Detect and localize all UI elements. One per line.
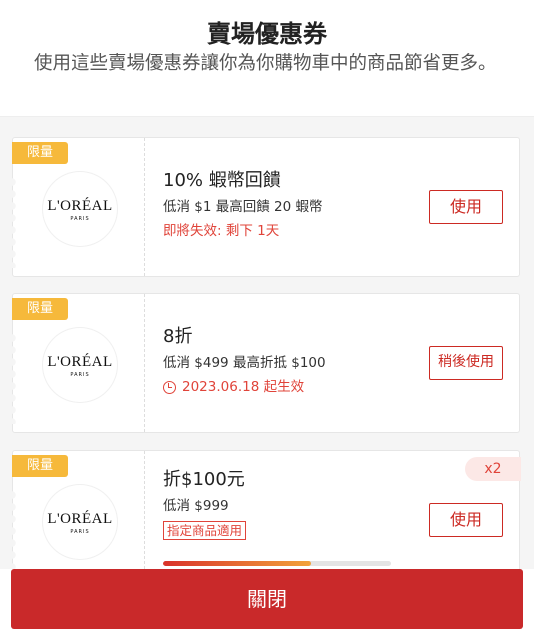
clock-icon [163,380,176,394]
page-subtitle: 使用這些賣場優惠券讓你為你購物車中的商品節省更多。 [34,53,497,74]
brand-logo-subtext: PARIS [70,529,90,535]
voucher-info: 8折 低消 $499 最高折抵 $100 2023.06.18 起生效 [163,326,423,396]
voucher-expiry: 即將失效: 剩下 1天 [163,223,280,239]
usage-progress-fill [163,561,312,566]
close-button[interactable]: 關閉 [11,569,523,629]
usage-progress-bar [163,561,391,566]
voucher-card: L'ORÉAL PARIS 限量 10% 蝦幣回饋 低消 $1 最高回饋 20 … [12,137,520,277]
page-title: 賣場優惠券 [207,20,327,48]
brand-logo-text: L'ORÉAL [47,354,113,370]
limited-tag: 限量 [12,455,68,477]
limited-tag: 限量 [12,298,68,320]
use-button[interactable]: 使用 [429,503,503,537]
voucher-info: 10% 蝦幣回饋 低消 $1 最高回饋 20 蝦幣 即將失效: 剩下 1天 [163,170,423,240]
voucher-list[interactable]: L'ORÉAL PARIS 限量 10% 蝦幣回饋 低消 $1 最高回饋 20 … [0,117,534,569]
brand-logo-text: L'ORÉAL [47,511,113,527]
voucher-condition: 低消 $999 [163,498,229,514]
use-button[interactable]: 使用 [429,190,503,224]
brand-logo-subtext: PARIS [70,216,90,222]
voucher-name: 8折 [163,326,193,347]
brand-logo: L'ORÉAL PARIS [43,328,117,402]
brand-logo: L'ORÉAL PARIS [43,485,117,559]
voucher-name: 10% 蝦幣回饋 [163,170,281,191]
use-later-button[interactable]: 稍後使用 [429,346,503,380]
voucher-quantity-badge: x2 [465,457,521,481]
brand-logo: L'ORÉAL PARIS [43,172,117,246]
voucher-condition: 低消 $1 最高回饋 20 蝦幣 [163,199,323,215]
brand-logo-subtext: PARIS [70,372,90,378]
voucher-card: L'ORÉAL PARIS 限量 8折 低消 $499 最高折抵 $100 20… [12,293,520,433]
limited-tag: 限量 [12,142,68,164]
specified-products-badge: 指定商品適用 [163,521,247,540]
voucher-valid-date: 2023.06.18 起生效 [182,379,305,395]
voucher-info: 折$100元 低消 $999 指定商品適用 [163,469,423,540]
voucher-condition: 低消 $499 最高折抵 $100 [163,355,326,371]
voucher-card: L'ORÉAL PARIS 限量 x2 折$100元 低消 $999 指定商品適… [12,450,521,569]
voucher-valid-from: 2023.06.18 起生效 [163,378,423,396]
voucher-name: 折$100元 [163,469,245,490]
voucher-sheet: 賣場優惠券 使用這些賣場優惠券讓你為你購物車中的商品節省更多。 L'ORÉAL … [0,0,534,640]
footer: 關閉 [0,569,534,640]
brand-logo-text: L'ORÉAL [47,198,113,214]
